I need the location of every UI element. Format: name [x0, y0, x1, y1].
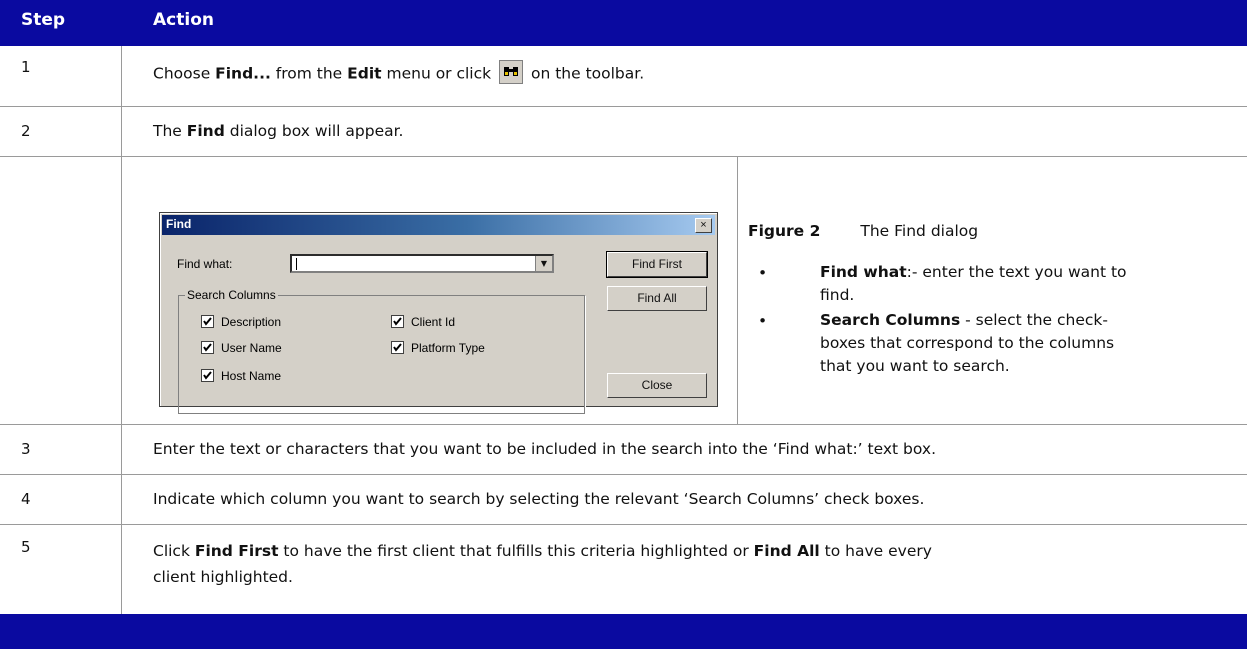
find-all-button[interactable]: Find All [607, 286, 707, 311]
step-text: Enter the text or characters that you wa… [153, 440, 936, 458]
dialog-title: Find [166, 217, 192, 231]
user-name-checkbox[interactable] [201, 341, 214, 354]
table-row: 5 Click Find First to have the first cli… [0, 524, 1247, 614]
checkbox-label: Description [221, 315, 282, 329]
bullet-icon: • [758, 264, 768, 282]
checkbox-label: Host Name [221, 369, 282, 383]
table-footer-bar [0, 614, 1247, 649]
figure-caption: Figure 2 The Find dialog [748, 222, 978, 240]
client-id-checkbox[interactable] [391, 315, 404, 328]
find-dialog-screenshot: Find × Find what: ▼ Find First Find All … [159, 212, 718, 414]
step-column-header: Step [21, 10, 66, 30]
table-row: 2 The Find dialog box will appear. [0, 106, 1247, 157]
step-text: Click Find First to have the first clien… [153, 542, 932, 586]
table-row: 4 Indicate which column you want to sear… [0, 474, 1247, 525]
table-header: Step Action [0, 0, 1247, 46]
host-name-checkbox[interactable] [201, 369, 214, 382]
dialog-title-bar: Find × [162, 215, 715, 235]
step-number: 2 [21, 122, 31, 140]
find-what-label: Find what: [177, 257, 233, 271]
binoculars-icon[interactable] [499, 60, 524, 84]
action-column-header: Action [153, 10, 214, 30]
step-number: 1 [21, 58, 31, 76]
platform-type-checkbox[interactable] [391, 341, 404, 354]
step-number: 4 [21, 490, 31, 508]
search-columns-label: Search Columns [185, 288, 278, 302]
bullet-icon: • [758, 312, 768, 330]
step-number: 5 [21, 538, 31, 556]
checkbox-label: User Name [221, 341, 282, 355]
figure-caption-text: The Find dialog [860, 222, 979, 240]
table-row: 3 Enter the text or characters that you … [0, 424, 1247, 475]
step-text: Choose Find... from the Edit menu or cli… [153, 60, 644, 86]
find-first-button[interactable]: Find First [606, 251, 708, 278]
close-button[interactable]: Close [607, 373, 707, 398]
step-text: Indicate which column you want to search… [153, 490, 925, 508]
chevron-down-icon[interactable]: ▼ [535, 256, 552, 271]
search-columns-group: Search Columns Description Client Id Use… [178, 288, 585, 414]
step-text: The Find dialog box will appear. [153, 122, 404, 140]
bullet-text: Find what:- enter the text you want to f… [820, 263, 1127, 304]
description-checkbox[interactable] [201, 315, 214, 328]
figure-number: Figure 2 [748, 222, 821, 240]
checkbox-label: Platform Type [411, 341, 485, 355]
step-number: 3 [21, 440, 31, 458]
table-row: 1 Choose Find... from the Edit menu or c… [0, 46, 1247, 107]
close-icon[interactable]: × [695, 218, 712, 233]
bullet-text: Search Columns - select the check- boxes… [820, 311, 1115, 375]
find-what-input[interactable]: ▼ [290, 254, 554, 273]
checkbox-label: Client Id [411, 315, 456, 329]
